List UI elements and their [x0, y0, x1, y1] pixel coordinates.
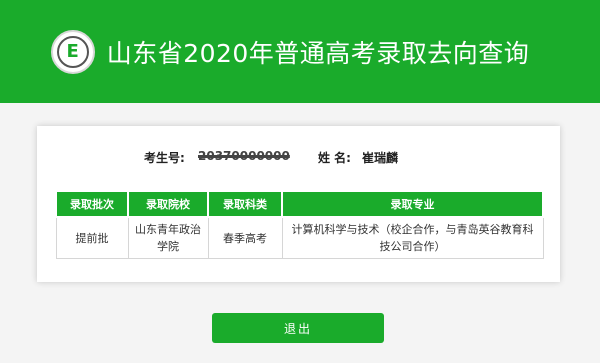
column-header-major: 录取专业 [281, 190, 544, 218]
page-header: E 山东省2020年普通高考录取去向查询 [0, 0, 600, 103]
result-card: 考生号: 20370000000 姓 名: 崔瑞麟 录取批次 录取院校 录取科类… [37, 126, 560, 282]
column-header-category: 录取科类 [207, 190, 283, 218]
column-header-school: 录取院校 [127, 190, 209, 218]
cell-category: 春季高考 [207, 216, 283, 259]
school-emblem-icon: E [50, 29, 95, 74]
table-row: 提前批 山东青年政治学院 春季高考 计算机科学与技术（校企合作，与青岛英谷教育科… [55, 216, 544, 259]
admission-table: 录取批次 录取院校 录取科类 录取专业 提前批 山东青年政治学院 春季高考 计算… [55, 190, 544, 259]
student-id-value: 20370000000 [198, 149, 290, 163]
cell-major: 计算机科学与技术（校企合作，与青岛英谷教育科技公司合作） [281, 216, 544, 259]
table-header-row: 录取批次 录取院校 录取科类 录取专业 [55, 190, 544, 218]
page-title: 山东省2020年普通高考录取去向查询 [106, 38, 530, 68]
student-name-value: 崔瑞麟 [362, 151, 399, 165]
student-id-label: 考生号: [144, 151, 185, 165]
column-header-batch: 录取批次 [55, 190, 129, 218]
student-name-label: 姓 名: [318, 151, 351, 165]
exit-button[interactable]: 退出 [212, 313, 384, 343]
cell-school: 山东青年政治学院 [127, 216, 209, 259]
cell-batch: 提前批 [55, 216, 129, 259]
logo-letter: E [66, 40, 79, 62]
